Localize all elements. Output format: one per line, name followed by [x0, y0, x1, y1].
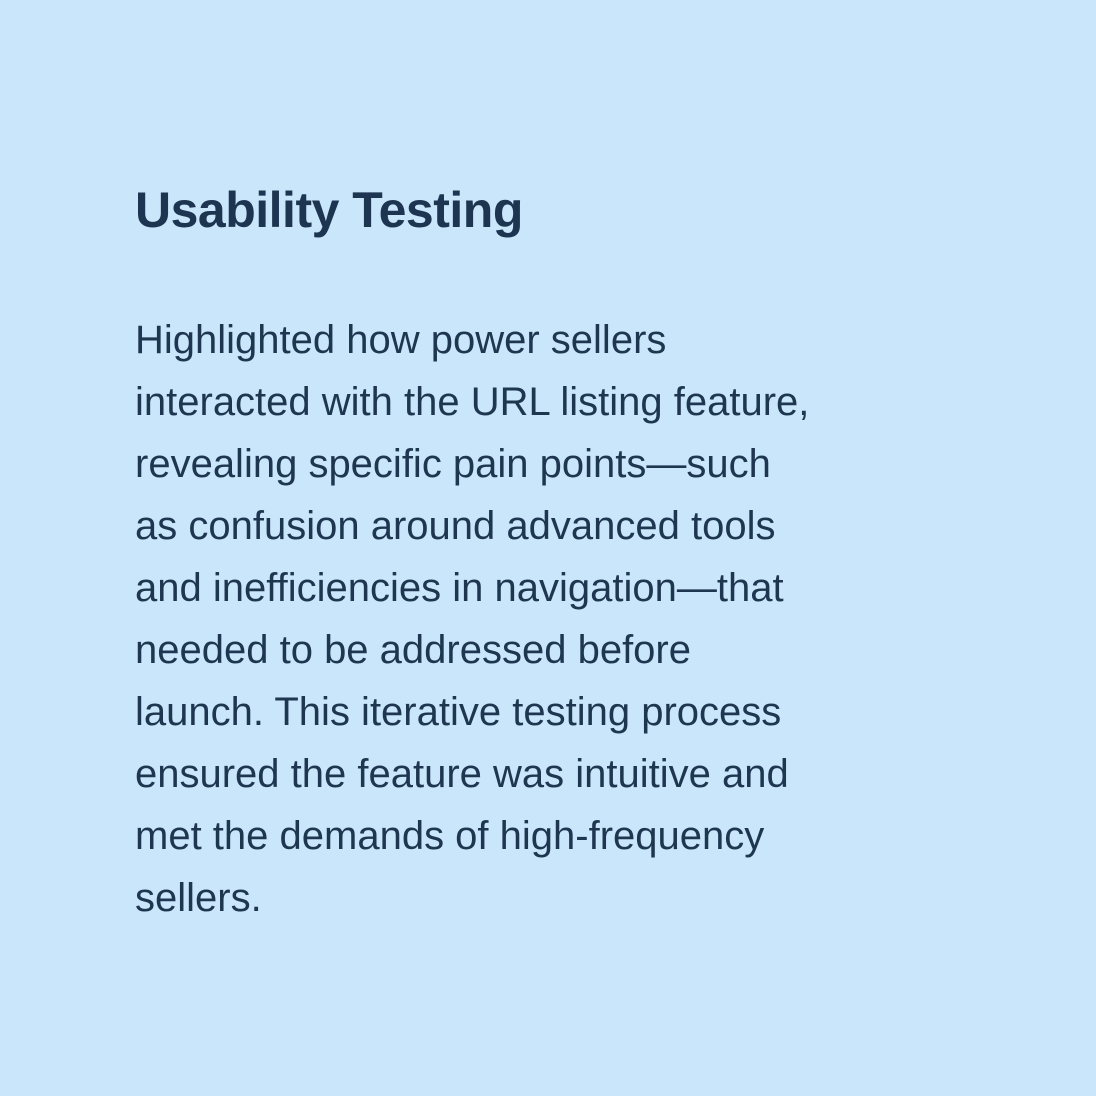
body-line: needed to be addressed before: [135, 628, 691, 672]
body-line: as confusion around advanced tools: [135, 504, 776, 548]
section-body: Highlighted how power sellers interacted…: [135, 309, 955, 929]
body-line: sellers.: [135, 876, 262, 920]
body-line: and inefficiencies in navigation—that: [135, 566, 784, 610]
body-line: launch. This iterative testing process: [135, 690, 782, 734]
text-block: Usability Testing Highlighted how power …: [135, 178, 955, 929]
section-title: Usability Testing: [135, 182, 523, 238]
body-line: Highlighted how power sellers: [135, 318, 667, 362]
body-line: ensured the feature was intuitive and: [135, 752, 789, 796]
body-line: met the demands of high-frequency: [135, 814, 765, 858]
body-line: interacted with the URL listing feature,: [135, 380, 810, 424]
body-line: revealing specific pain points—such: [135, 442, 771, 486]
content-card: Usability Testing Highlighted how power …: [0, 0, 1096, 1096]
